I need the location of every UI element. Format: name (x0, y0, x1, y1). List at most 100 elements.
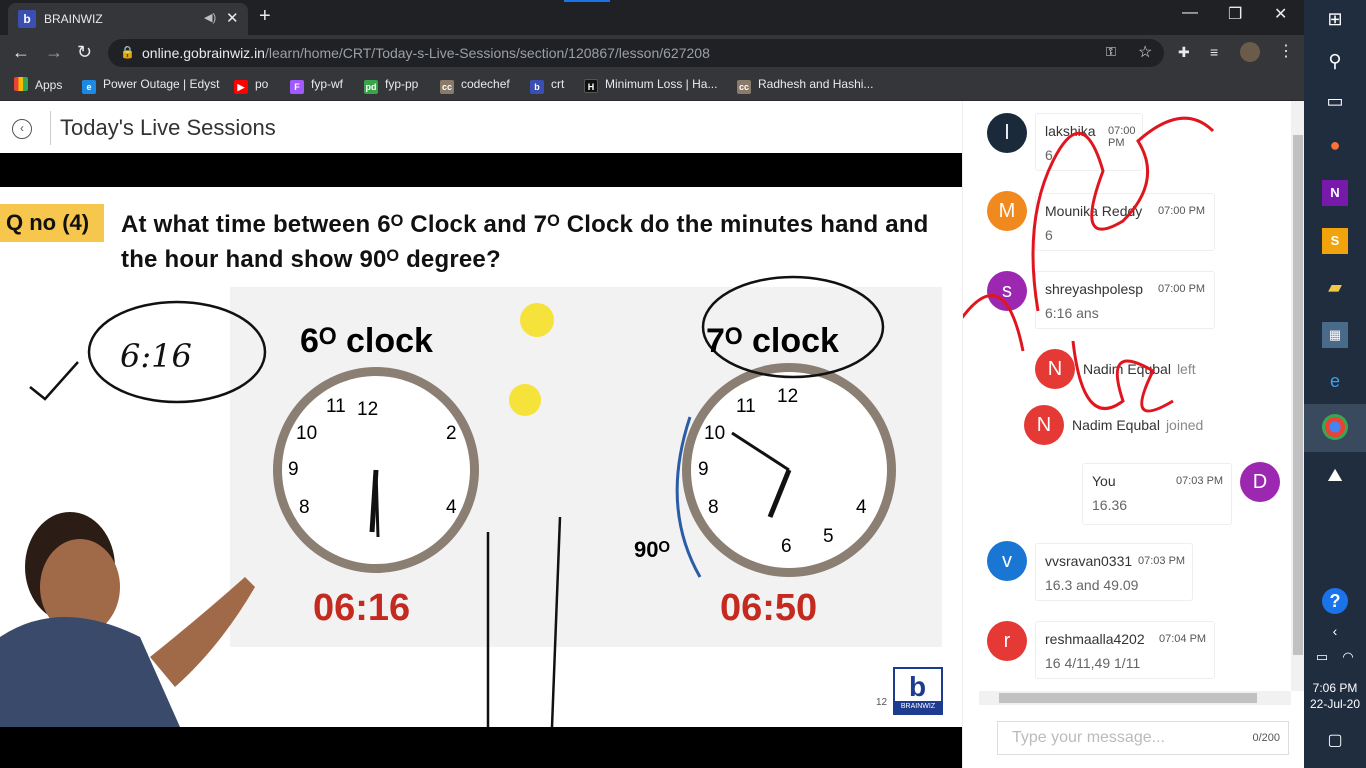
chat-horizontal-scrollbar[interactable] (979, 691, 1291, 705)
video-player[interactable]: Q no (4) At what time between 6ᴼ Clock a… (0, 153, 962, 768)
instructor-figure (0, 512, 255, 727)
clock6-num-9: 9 (288, 459, 299, 480)
url-host: online.gobrainwiz.in (142, 45, 265, 61)
chat-message-input[interactable] (998, 722, 1238, 754)
clock7-num-4: 4 (856, 497, 867, 518)
bookmark-label: crt (551, 77, 565, 91)
windows-taskbar: ⊞ ⚲ ▭ ● N S ▰ ▦ e ⛰ ? ‹ ▭ ◠ 7:06 PM 22-J… (1304, 0, 1366, 768)
firefox-icon[interactable]: ● (1322, 132, 1348, 158)
clock-label-6: 6ᴼ clock (300, 322, 433, 360)
taskbar-clock[interactable]: 7:06 PM 22-Jul-20 (1304, 680, 1366, 712)
speaker-icon[interactable]: ◀) (204, 11, 216, 24)
edge-icon[interactable]: e (1322, 368, 1348, 394)
sublime-icon[interactable]: S (1322, 228, 1348, 254)
menu-kebab-icon[interactable]: ⋮ (1278, 41, 1294, 61)
chat-input-box: 0/200 (997, 721, 1289, 755)
handwritten-answer: 6:16 (120, 337, 192, 375)
minimize-button[interactable]: — (1182, 4, 1198, 22)
battery-icon[interactable]: ▭ (1312, 644, 1332, 670)
bookmark-codechef[interactable]: cc codechef (440, 77, 510, 94)
chevron-left-icon[interactable]: ‹ (1322, 618, 1348, 644)
windows-start-icon[interactable]: ⊞ (1322, 6, 1348, 32)
answer-time-2: 06:50 (720, 587, 817, 629)
youtube-icon: ▶ (234, 80, 248, 94)
chat-panel: l lakshika 07:00 PM 6 M Mounika Reddy 07… (962, 101, 1305, 768)
bookmark-hackerrank[interactable]: H Minimum Loss | Ha... (584, 77, 717, 93)
scroll-thumb[interactable] (999, 693, 1257, 703)
media-control-icon[interactable]: ≡ (1210, 44, 1218, 60)
url-text: online.gobrainwiz.in/learn/home/CRT/Toda… (142, 45, 710, 61)
bookmark-label: po (255, 77, 269, 91)
task-view-icon[interactable]: ▭ (1322, 88, 1348, 114)
page-title: Today's Live Sessions (60, 115, 276, 140)
restore-button[interactable]: ❐ (1228, 4, 1242, 24)
search-icon[interactable]: ⚲ (1322, 48, 1348, 74)
brainwiz-icon: b (530, 80, 544, 94)
calculator-icon[interactable]: ▦ (1322, 322, 1348, 348)
logo-b-icon: b (909, 671, 927, 702)
divider (50, 111, 51, 145)
address-bar[interactable]: 🔒 online.gobrainwiz.in/learn/home/CRT/To… (108, 39, 1164, 67)
file-explorer-icon[interactable]: ▰ (1322, 274, 1348, 300)
key-icon[interactable]: ⚿ (1106, 44, 1116, 60)
tab-strip: b BRAINWIZ ◀) ✕ + — ❐ ✕ (0, 0, 1304, 35)
photos-icon[interactable]: ⛰ (1322, 462, 1348, 488)
close-tab-icon[interactable]: ✕ (226, 9, 239, 27)
clock7-num-12: 12 (777, 386, 798, 407)
reload-icon[interactable]: ↻ (77, 42, 92, 63)
close-window-button[interactable]: ✕ (1274, 4, 1287, 24)
brainwiz-favicon-icon: b (18, 10, 36, 28)
back-arrow-icon[interactable]: ← (12, 42, 30, 63)
bookmark-fyp-wf[interactable]: Ffyp-wf (290, 77, 343, 94)
bookmark-radhesh[interactable]: cc Radhesh and Hashi... (737, 77, 873, 94)
slide-number: 12 (876, 697, 888, 708)
bookmarks-bar: Apps e Power Outage | Edyst ▶ po Ffyp-wf p… (0, 70, 1304, 101)
clock7-num-9: 9 (698, 459, 709, 480)
bookmark-po[interactable]: ▶ po (234, 77, 268, 94)
profile-avatar[interactable] (1240, 42, 1260, 62)
onenote-icon[interactable]: N (1322, 180, 1348, 206)
hackerrank-icon: H (584, 79, 598, 93)
bookmark-apps[interactable]: Apps (14, 77, 62, 92)
bookmark-label: Power Outage | Edyst (103, 77, 220, 91)
bookmark-fyp-pp[interactable]: pd fyp-pp (364, 77, 418, 94)
clock7-num-10: 10 (704, 423, 725, 444)
clock6-num-11: 11 (326, 396, 346, 417)
new-tab-button[interactable]: + (259, 5, 271, 28)
clock6-num-12: 12 (357, 399, 378, 420)
answer-time-1: 06:16 (313, 587, 410, 629)
notification-icon[interactable]: ▢ (1322, 728, 1348, 754)
bookmark-label: codechef (461, 77, 510, 91)
chat-list[interactable]: l lakshika 07:00 PM 6 M Mounika Reddy 07… (963, 101, 1289, 696)
cc-icon: cc (737, 80, 751, 94)
url-path: /learn/home/CRT/Today-s-Live-Sessions/se… (264, 45, 710, 61)
browser-tab[interactable]: b BRAINWIZ ◀) ✕ (8, 3, 248, 35)
back-circle-icon[interactable]: ‹ (12, 119, 32, 139)
clock-date: 22-Jul-20 (1309, 697, 1361, 711)
extensions-puzzle-icon[interactable]: ✚ (1178, 44, 1190, 61)
clock6-num-10: 10 (296, 423, 317, 444)
brainwiz-logo: b BRAINWIZ (893, 667, 943, 715)
ink-annotation (963, 116, 1215, 413)
page-header: ‹ Today's Live Sessions (0, 101, 962, 153)
char-counter: 0/200 (1252, 732, 1280, 744)
chrome-icon[interactable] (1322, 414, 1348, 440)
bookmark-crt[interactable]: b crt (530, 77, 564, 94)
tab-title: BRAINWIZ (44, 12, 103, 26)
bookmark-star-icon[interactable]: ☆ (1138, 42, 1152, 62)
chat-vertical-scrollbar[interactable] (1291, 101, 1305, 691)
bookmark-label: Minimum Loss | Ha... (605, 77, 718, 91)
lock-icon: 🔒 (120, 45, 135, 59)
clock6-num-4: 4 (446, 497, 457, 518)
help-icon[interactable]: ? (1322, 588, 1348, 614)
bookmark-edyst[interactable]: e Power Outage | Edyst (82, 77, 220, 94)
highlight-4 (520, 303, 554, 337)
cc-icon: cc (440, 80, 454, 94)
forward-arrow-icon[interactable]: → (45, 42, 63, 63)
pd-icon: pd (364, 80, 378, 94)
clock-label-7: 7ᴼ clock (706, 322, 839, 360)
scroll-thumb[interactable] (1293, 135, 1303, 655)
highlight-6 (509, 384, 541, 416)
lesson-slide: Q no (4) At what time between 6ᴼ Clock a… (0, 187, 962, 727)
wifi-icon[interactable]: ◠ (1338, 644, 1358, 670)
